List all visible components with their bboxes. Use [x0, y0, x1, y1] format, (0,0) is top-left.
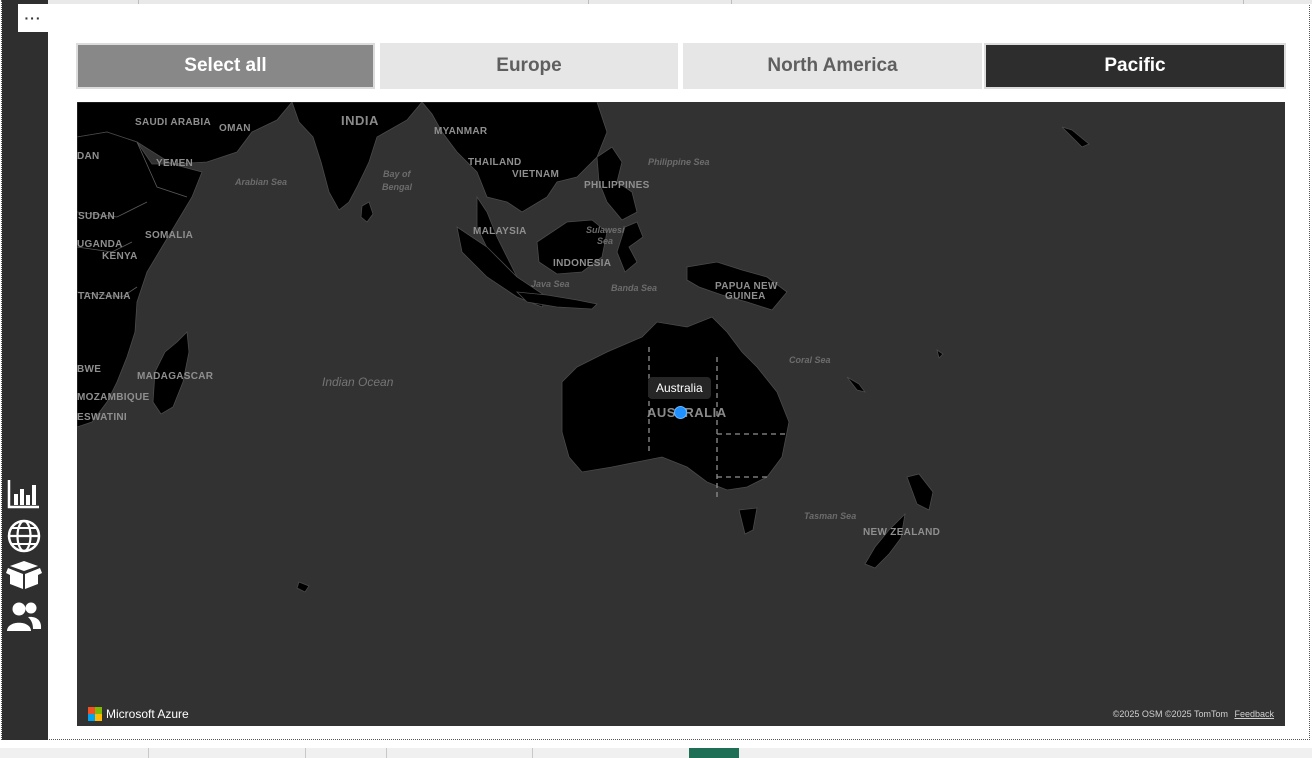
map-label: YEMEN — [156, 158, 194, 169]
sea-label: Sulawesi — [586, 225, 625, 235]
sea-label: Philippine Sea — [648, 157, 710, 167]
sea-label: Java Sea — [531, 279, 570, 289]
active-page-tab[interactable] — [689, 748, 739, 758]
package-icon[interactable] — [6, 558, 42, 592]
sea-label: Coral Sea — [789, 355, 831, 365]
azure-logo: Microsoft Azure — [88, 707, 189, 721]
map-bubble[interactable] — [674, 406, 687, 419]
map-label: TANZANIA — [78, 291, 131, 302]
map-label: GUINEA — [725, 291, 766, 302]
bar-chart-icon[interactable] — [6, 477, 42, 511]
page-tab-strip — [0, 748, 1312, 758]
sea-label: Sea — [597, 236, 614, 246]
sea-label: Arabian Sea — [235, 177, 288, 187]
more-options-button[interactable]: ··· — [18, 4, 48, 32]
map-label: UGANDA — [77, 239, 123, 250]
map-label: KENYA — [102, 251, 138, 262]
map-label: DAN — [77, 151, 100, 162]
left-rail: ··· — [2, 0, 48, 740]
map-label: INDIA — [341, 113, 379, 128]
map-label: SOMALIA — [145, 230, 194, 241]
globe-icon[interactable] — [6, 519, 42, 553]
top-strip — [48, 0, 1312, 4]
sea-label: Bengal — [382, 182, 413, 192]
map-label: MOZAMBIQUE — [77, 392, 150, 403]
microsoft-logo-icon — [88, 707, 102, 721]
tomtom-copyright: ©2025 TomTom — [1164, 709, 1228, 719]
map-label: PHILIPPINES — [584, 180, 650, 191]
slicer-europe-button[interactable]: Europe — [380, 43, 678, 89]
map-label: MALAYSIA — [473, 226, 527, 237]
map-label: NEW ZEALAND — [863, 527, 941, 538]
map-label: BWE — [77, 364, 102, 375]
map-label: VIETNAM — [512, 169, 560, 180]
sea-label: Tasman Sea — [804, 511, 857, 521]
map-label: MADAGASCAR — [137, 371, 214, 382]
azure-brand-text: Microsoft Azure — [106, 707, 189, 721]
osm-copyright: ©2025 OSM — [1112, 709, 1163, 719]
feedback-link[interactable]: Feedback — [1234, 709, 1274, 719]
map-visual[interactable]: SAUDI ARABIA OMAN INDIA MYANMAR YEMEN TH… — [77, 102, 1285, 726]
map-label: OMAN — [219, 123, 251, 134]
map-tooltip: Australia — [648, 377, 711, 399]
map-attribution: ©2025 OSM ©2025 TomTom Feedback — [1113, 709, 1274, 719]
map-label: SAUDI ARABIA — [135, 117, 212, 128]
users-icon[interactable] — [6, 600, 42, 634]
map-label: MYANMAR — [434, 126, 488, 137]
sea-label: Banda Sea — [611, 283, 658, 293]
slicer-select-all-button[interactable]: Select all — [76, 43, 375, 89]
map-label: SUDAN — [78, 211, 116, 222]
ocean-label: Indian Ocean — [322, 375, 394, 389]
map-label: INDONESIA — [553, 258, 612, 269]
map-label: ESWATINI — [77, 412, 127, 423]
sea-label: Bay of — [383, 169, 411, 179]
slicer-north-america-button[interactable]: North America — [683, 43, 982, 89]
slicer-pacific-button[interactable]: Pacific — [984, 43, 1286, 89]
map-label: THAILAND — [468, 157, 522, 168]
